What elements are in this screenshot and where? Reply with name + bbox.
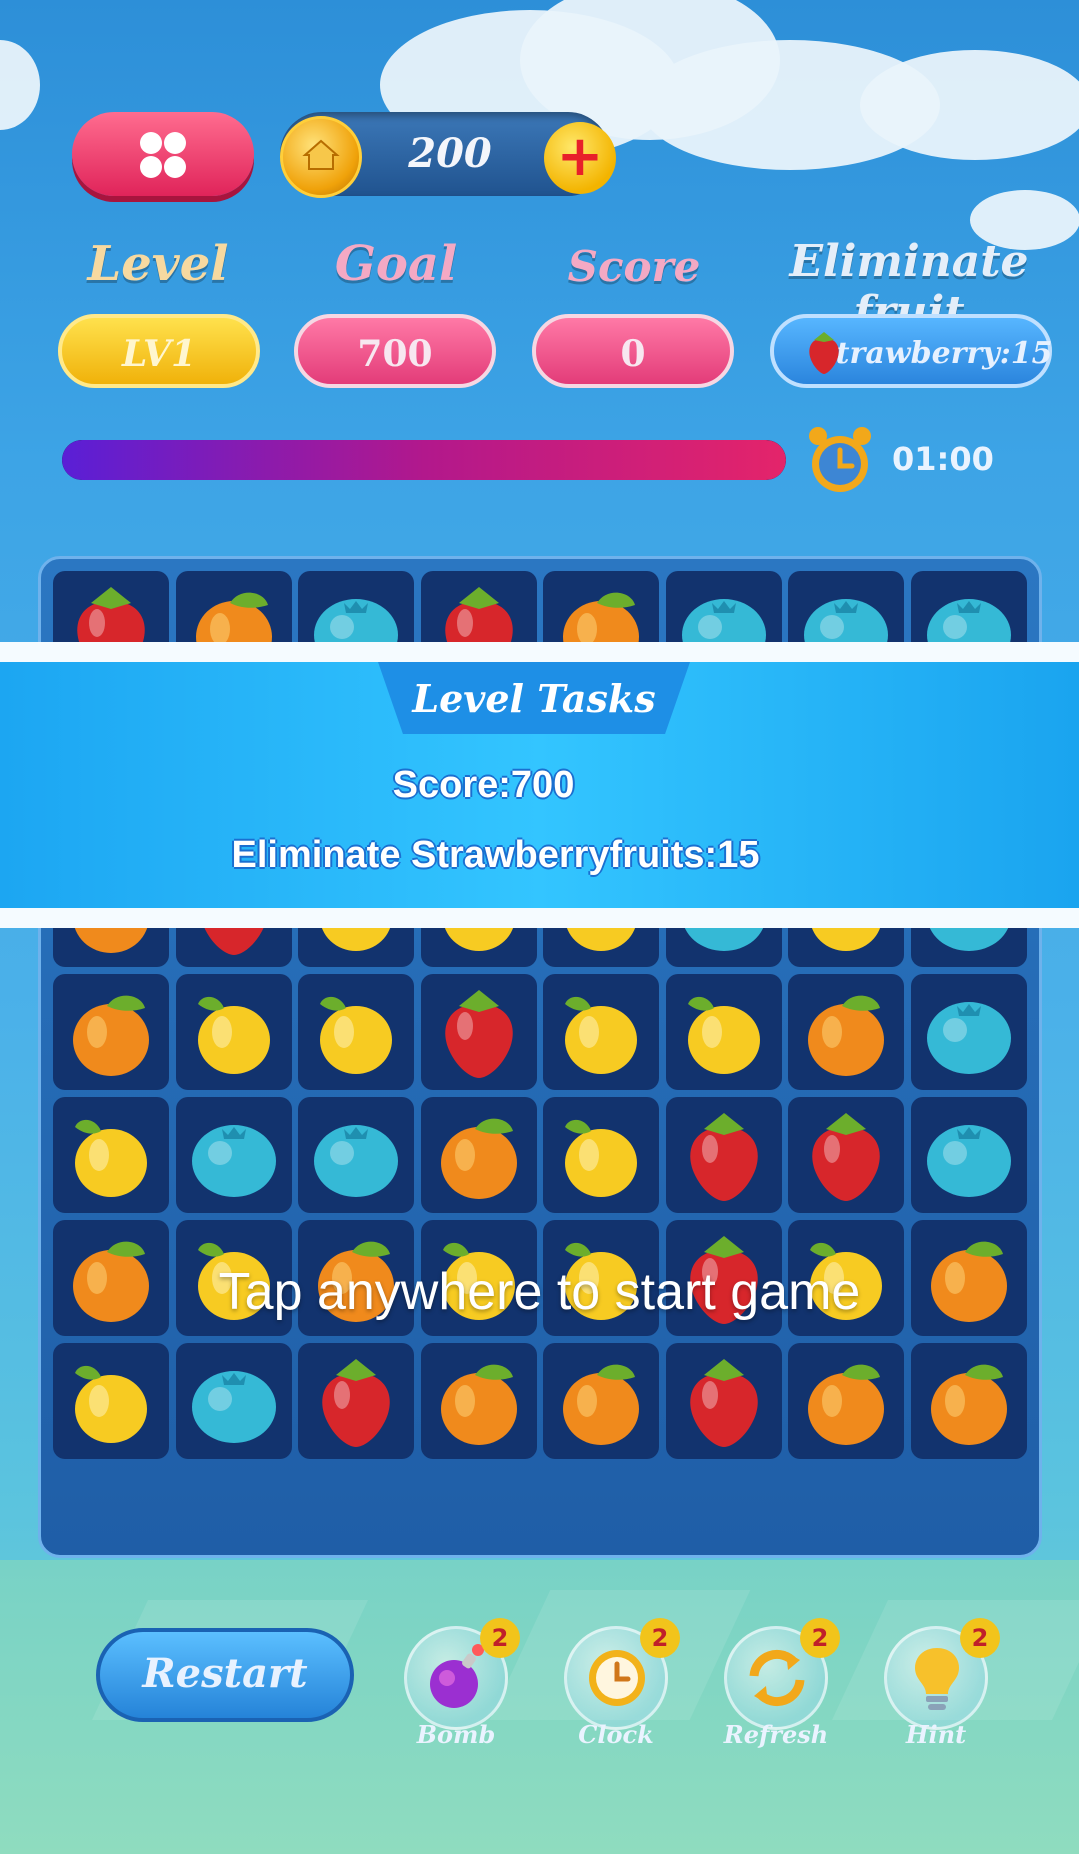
orange-icon: [930, 1364, 1007, 1445]
menu-button[interactable]: [72, 112, 254, 196]
strawberry-icon: [689, 1359, 758, 1447]
coin-amount: 200: [408, 130, 492, 177]
coin-icon: [280, 116, 362, 198]
board-cell[interactable]: [910, 974, 1027, 1090]
blueberry-icon: [314, 1125, 398, 1197]
clover-menu-icon: [138, 130, 188, 180]
lemon-icon: [75, 1365, 147, 1443]
strawberry-icon: [809, 332, 839, 374]
board-cell[interactable]: [910, 1097, 1027, 1213]
board-cell[interactable]: [910, 1343, 1027, 1459]
cloud: [0, 40, 40, 130]
lemon-icon: [197, 996, 270, 1074]
board-cell[interactable]: [788, 974, 904, 1090]
board-cell[interactable]: [420, 974, 537, 1090]
strawberry-icon: [322, 1359, 390, 1447]
plus-icon: +: [556, 124, 604, 189]
board-cell[interactable]: [420, 1097, 537, 1213]
board-cell[interactable]: [420, 1343, 537, 1459]
blueberry-icon: [191, 1125, 276, 1197]
banner-top-edge: [0, 642, 1079, 662]
board-cell[interactable]: [665, 1097, 782, 1213]
blueberry-icon: [926, 1125, 1011, 1197]
orange-icon: [808, 1364, 884, 1445]
orange-icon: [73, 995, 149, 1076]
game-stage[interactable]: 200 + Level Goal Score Eliminate fruit L…: [0, 0, 1079, 1854]
level-value: LV1: [58, 314, 260, 388]
board-cell[interactable]: [53, 974, 169, 1090]
score-value: 0: [532, 314, 734, 388]
board-cell[interactable]: [665, 1343, 782, 1459]
alarm-clock-icon: [809, 427, 871, 492]
lightbulb-icon: [914, 1648, 960, 1710]
banner-bottom-edge: [0, 908, 1079, 928]
orange-icon: [808, 995, 884, 1076]
timer-text: 01:00: [892, 440, 994, 478]
strawberry-icon: [444, 990, 513, 1078]
board-cell[interactable]: [175, 974, 292, 1090]
time-progress-fill: [62, 440, 786, 480]
board-cell[interactable]: [53, 1097, 169, 1213]
task-score-line: Score:700: [392, 764, 575, 806]
hint-label: Hint: [905, 1720, 967, 1749]
board-cell[interactable]: [543, 1343, 659, 1459]
clock-icon: [589, 1650, 645, 1706]
refresh-label: Refresh: [723, 1720, 829, 1749]
board-cell[interactable]: [543, 974, 659, 1090]
lemon-icon: [565, 1119, 637, 1197]
orange-icon: [440, 1118, 517, 1199]
bomb-label: Bomb: [416, 1720, 496, 1749]
board-cell[interactable]: [175, 1097, 292, 1213]
board-cell[interactable]: [298, 1097, 414, 1213]
eliminate-fruit-text: Strawberry:15: [814, 336, 1053, 371]
goal-value: 700: [294, 314, 496, 388]
time-progress-bar: [62, 440, 786, 480]
tap-to-start-prompt: Tap anywhere to start game: [218, 1263, 861, 1321]
goal-header: Goal: [334, 236, 458, 292]
refresh-icon: [749, 1649, 805, 1707]
board-cell[interactable]: [53, 1343, 169, 1459]
board-cell[interactable]: [298, 1343, 414, 1459]
board-cell[interactable]: [788, 1343, 904, 1459]
clock-label: Clock: [578, 1720, 654, 1749]
task-eliminate-line: Eliminate Strawberryfruits:15: [231, 834, 760, 876]
bomb-tool-button[interactable]: 2 Bomb: [396, 1618, 520, 1749]
cloud: [860, 50, 1079, 160]
clock-count-badge: 2: [640, 1618, 680, 1658]
add-coins-button[interactable]: +: [544, 122, 616, 194]
lemon-icon: [687, 996, 760, 1074]
lemon-icon: [75, 1119, 147, 1197]
board-cell[interactable]: [788, 1097, 904, 1213]
level-tasks-title: Level Tasks: [412, 676, 656, 721]
blueberry-icon: [926, 1002, 1011, 1074]
restart-label: Restart: [142, 1650, 308, 1697]
score-header: Score: [567, 242, 701, 291]
board-cell[interactable]: [543, 1097, 659, 1213]
restart-button[interactable]: Restart: [96, 1628, 354, 1722]
orange-icon: [563, 1364, 639, 1445]
board-cell[interactable]: [298, 974, 414, 1090]
clock-tool-button[interactable]: 2 Clock: [556, 1618, 680, 1749]
level-header: Level: [87, 236, 229, 292]
refresh-tool-button[interactable]: 2 Refresh: [716, 1618, 840, 1749]
bomb-icon: [430, 1644, 484, 1708]
hint-tool-button[interactable]: 2 Hint: [876, 1618, 1000, 1749]
lemon-icon: [320, 996, 392, 1074]
board-cell[interactable]: [665, 974, 782, 1090]
bomb-count-badge: 2: [480, 1618, 520, 1658]
strawberry-icon: [689, 1113, 758, 1201]
blueberry-icon: [191, 1371, 276, 1443]
board-cell[interactable]: [175, 1343, 292, 1459]
refresh-count-badge: 2: [800, 1618, 840, 1658]
orange-icon: [440, 1364, 517, 1445]
hint-count-badge: 2: [960, 1618, 1000, 1658]
strawberry-icon: [812, 1113, 880, 1201]
lemon-icon: [565, 996, 637, 1074]
